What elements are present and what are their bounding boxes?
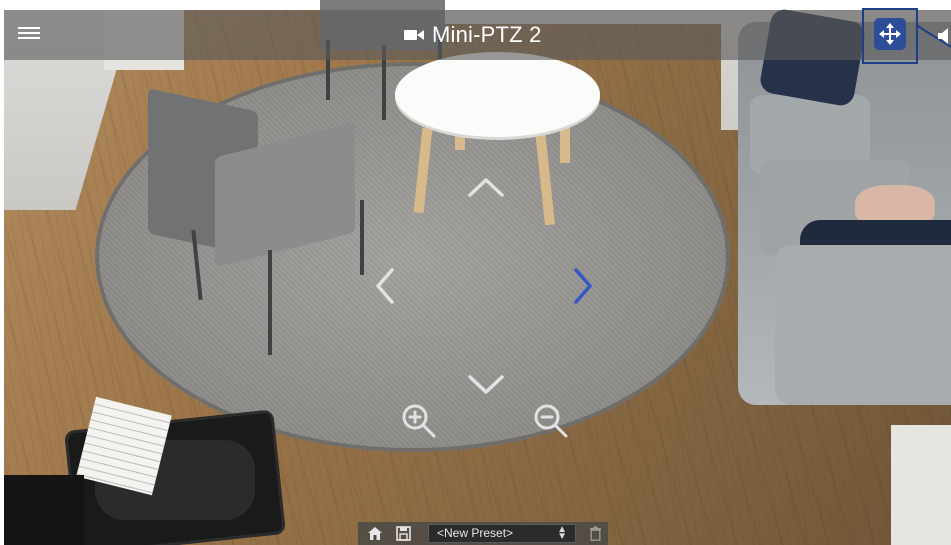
speaker-icon[interactable] xyxy=(934,25,951,47)
preset-selected-value: <New Preset> xyxy=(437,526,514,540)
updown-arrows-icon: ▲ ▼ xyxy=(557,524,567,542)
move-arrows-icon xyxy=(879,23,901,45)
zoom-out-icon xyxy=(534,404,568,438)
trash-icon xyxy=(589,526,601,541)
zoom-in-icon xyxy=(402,404,436,438)
scene-cloth xyxy=(4,475,84,545)
scene-chair-leg xyxy=(268,250,272,355)
camera-header-bar: Mini-PTZ 2 xyxy=(4,10,951,60)
scene-floor-corner xyxy=(891,425,951,545)
chevron-down-icon xyxy=(468,375,504,394)
chevron-left-icon xyxy=(376,268,394,304)
chevron-up-icon xyxy=(468,178,504,197)
hamburger-menu-icon[interactable] xyxy=(18,24,40,44)
pan-left-button[interactable] xyxy=(372,266,398,306)
camera-title: Mini-PTZ 2 xyxy=(432,22,542,47)
save-icon xyxy=(395,526,411,541)
pan-right-button[interactable] xyxy=(570,266,596,306)
home-position-button[interactable] xyxy=(364,524,386,543)
preset-toolbar: <New Preset> ▲ ▼ xyxy=(358,522,608,545)
zoom-out-button[interactable] xyxy=(532,402,570,440)
camera-title-group: Mini-PTZ 2 xyxy=(404,20,542,50)
chevron-right-icon xyxy=(574,268,592,304)
preset-dropdown[interactable]: <New Preset> ▲ ▼ xyxy=(428,524,576,543)
scene-chair-leg xyxy=(360,200,364,275)
pan-up-button[interactable] xyxy=(466,174,506,200)
scene-sofa-arm xyxy=(775,245,951,405)
delete-preset-button[interactable] xyxy=(584,524,606,543)
ptz-control-button[interactable] xyxy=(874,18,906,50)
scene-table xyxy=(395,52,600,137)
zoom-in-button[interactable] xyxy=(400,402,438,440)
save-preset-button[interactable] xyxy=(392,524,414,543)
pan-down-button[interactable] xyxy=(466,372,506,398)
home-icon xyxy=(368,527,382,540)
video-camera-icon xyxy=(404,28,424,42)
